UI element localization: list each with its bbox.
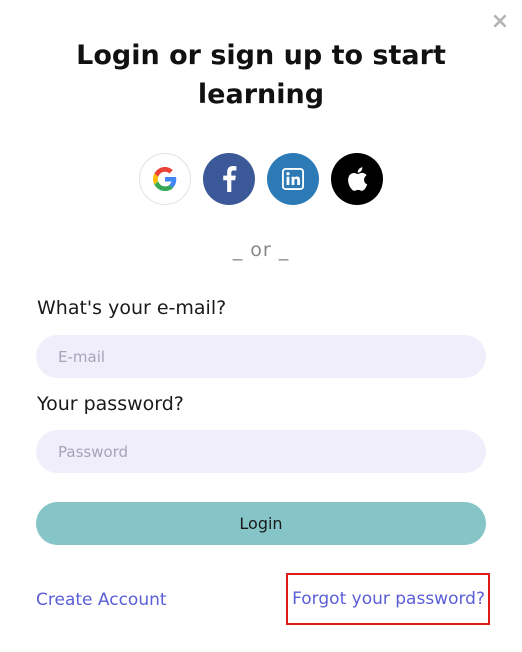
forgot-password-link[interactable]: Forgot your password? xyxy=(286,573,490,625)
divider-dash-right: _ xyxy=(271,239,290,261)
or-divider: _ or _ xyxy=(0,239,522,261)
password-label: Your password? xyxy=(37,393,184,415)
divider-dash-left: _ xyxy=(232,239,251,261)
linkedin-login-button[interactable] xyxy=(267,153,319,205)
apple-icon xyxy=(348,167,368,191)
login-button[interactable]: Login xyxy=(36,502,486,545)
email-field[interactable] xyxy=(36,335,486,378)
create-account-link[interactable]: Create Account xyxy=(36,590,167,610)
linkedin-icon xyxy=(282,168,304,190)
facebook-login-button[interactable] xyxy=(203,153,255,205)
social-login-row xyxy=(0,153,522,205)
facebook-icon xyxy=(223,166,237,192)
page-title: Login or sign up to start learning xyxy=(76,40,446,110)
divider-text: or xyxy=(250,239,272,261)
password-field[interactable] xyxy=(36,430,486,473)
google-icon xyxy=(153,167,177,191)
close-icon[interactable]: × xyxy=(490,11,510,33)
google-login-button[interactable] xyxy=(139,153,191,205)
apple-login-button[interactable] xyxy=(331,153,383,205)
email-label: What's your e-mail? xyxy=(37,297,227,319)
